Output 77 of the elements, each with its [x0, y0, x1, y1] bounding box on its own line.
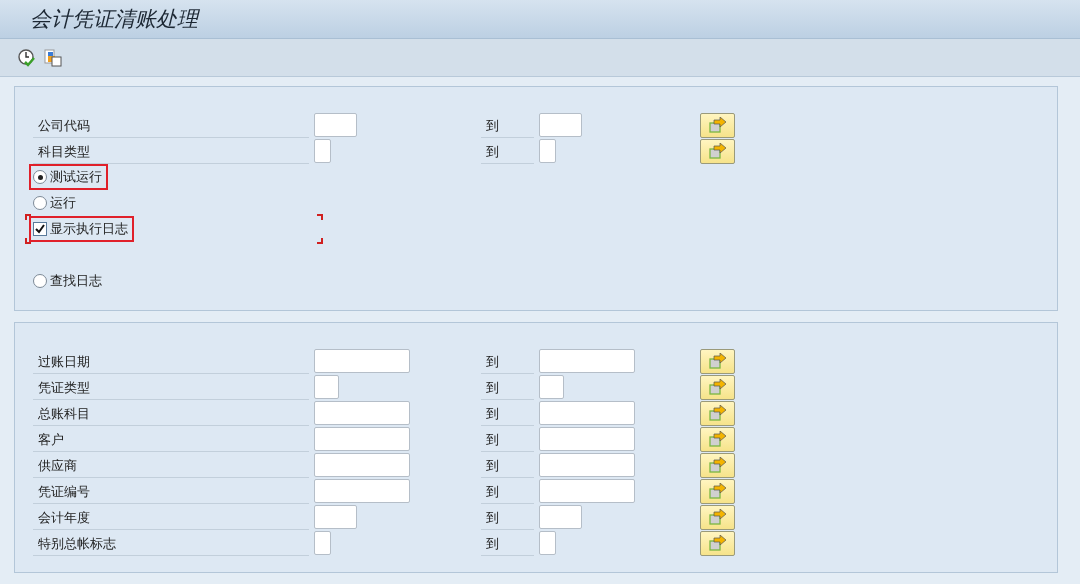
field-label: 凭证编号 [33, 478, 309, 504]
from-field[interactable] [314, 453, 410, 477]
from-field[interactable] [314, 375, 339, 399]
to-field[interactable] [539, 349, 635, 373]
highlighted-option[interactable]: 测试运行 [29, 164, 108, 190]
execute-icon [17, 47, 37, 68]
from-field[interactable] [314, 531, 331, 555]
from-field[interactable] [314, 349, 410, 373]
multiple-selection-button[interactable] [700, 426, 735, 452]
radio-button[interactable] [33, 170, 47, 184]
from-field[interactable] [314, 427, 410, 451]
multiple-selection-button[interactable] [700, 530, 735, 556]
from-field[interactable] [314, 139, 331, 163]
option-label: 运行 [50, 194, 76, 212]
to-field[interactable] [539, 531, 556, 555]
to-field[interactable] [539, 375, 564, 399]
option[interactable]: 查找日志 [29, 268, 108, 294]
multiple-selection-button[interactable] [700, 112, 735, 138]
multiple-selection-button[interactable] [700, 400, 735, 426]
multiple-selection-icon [708, 535, 727, 551]
to-field[interactable] [539, 401, 635, 425]
to-label: 到 [481, 530, 534, 556]
to-field[interactable] [539, 139, 556, 163]
to-label: 到 [481, 504, 534, 530]
multiple-selection-button[interactable] [700, 478, 735, 504]
field-label: 科目类型 [33, 138, 309, 164]
to-label: 到 [481, 400, 534, 426]
from-field[interactable] [314, 479, 410, 503]
to-field[interactable] [539, 479, 635, 503]
option-label: 测试运行 [50, 168, 102, 186]
field-label: 会计年度 [33, 504, 309, 530]
field-label: 特别总帐标志 [33, 530, 309, 556]
multiple-selection-icon [708, 509, 727, 525]
multiple-selection-icon [708, 353, 727, 369]
window-title: 会计凭证清账处理 [30, 6, 198, 33]
multiple-selection-icon [708, 379, 727, 395]
multiple-selection-button[interactable] [700, 452, 735, 478]
highlighted-option[interactable]: 显示执行日志 [29, 216, 134, 242]
multiple-selection-icon [708, 483, 727, 499]
from-field[interactable] [314, 505, 357, 529]
to-label: 到 [481, 374, 534, 400]
field-label: 总账科目 [33, 400, 309, 426]
to-label: 到 [481, 478, 534, 504]
multiple-selection-icon [708, 457, 727, 473]
multiple-selection-button[interactable] [700, 348, 735, 374]
to-field[interactable] [539, 427, 635, 451]
multiple-selection-icon [708, 143, 727, 159]
radio-button[interactable] [33, 196, 47, 210]
variant-button[interactable] [42, 46, 64, 69]
copy-icon [43, 47, 63, 68]
option[interactable]: 运行 [29, 190, 82, 216]
field-label: 公司代码 [33, 112, 309, 138]
radio-button[interactable] [33, 274, 47, 288]
option-label: 显示执行日志 [50, 220, 128, 238]
from-field[interactable] [314, 113, 357, 137]
option-label: 查找日志 [50, 272, 102, 290]
to-field[interactable] [539, 113, 582, 137]
multiple-selection-icon [708, 431, 727, 447]
field-label: 客户 [33, 426, 309, 452]
to-label: 到 [481, 112, 534, 138]
field-label: 过账日期 [33, 348, 309, 374]
multiple-selection-icon [708, 117, 727, 133]
checkbox[interactable] [33, 222, 47, 236]
to-label: 到 [481, 426, 534, 452]
multiple-selection-button[interactable] [700, 504, 735, 530]
field-label: 凭证类型 [33, 374, 309, 400]
execute-button[interactable] [16, 46, 38, 69]
to-label: 到 [481, 348, 534, 374]
to-field[interactable] [539, 453, 635, 477]
from-field[interactable] [314, 401, 410, 425]
field-label: 供应商 [33, 452, 309, 478]
multiple-selection-icon [708, 405, 727, 421]
multiple-selection-button[interactable] [700, 138, 735, 164]
multiple-selection-button[interactable] [700, 374, 735, 400]
to-field[interactable] [539, 505, 582, 529]
to-label: 到 [481, 452, 534, 478]
to-label: 到 [481, 138, 534, 164]
